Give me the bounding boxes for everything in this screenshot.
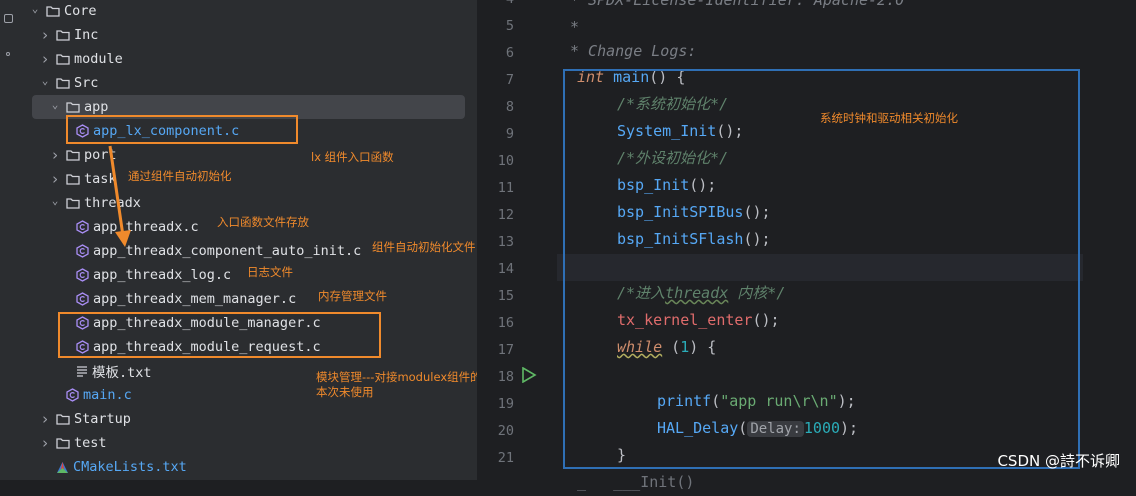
code-line-21: }	[617, 446, 627, 464]
line-number: 15	[497, 288, 514, 304]
watermark: CSDN @詩不诉卿	[997, 452, 1120, 470]
code-line-5: *	[570, 18, 580, 36]
line-number: 11	[497, 180, 514, 196]
code-line-17: while (1) {	[617, 338, 717, 356]
line-number: 8	[505, 99, 514, 115]
code-line-7: int main() {	[577, 68, 686, 86]
code-line-9: System_Init();	[617, 122, 744, 140]
line-number: 4	[477, 0, 514, 7]
code-line-13: bsp_InitSFlash();	[617, 230, 771, 248]
line-number: 13	[497, 234, 514, 250]
code-line-12: bsp_InitSPIBus();	[617, 203, 771, 221]
code-line-4: * SPDX-License-Identifier: Apache-2.0	[570, 0, 905, 9]
structure-icon[interactable]	[4, 14, 13, 23]
code-line-6: * Change Logs:	[570, 42, 697, 60]
line-gutter: 4 5 6 7 8 9 10 11 12 13 14 15 16 17 18 19 20 21	[477, 0, 557, 480]
code-line-20: HAL_Delay(Delay: 1000);	[657, 419, 859, 437]
annotation-lx-entry: lx 组件入口函数	[311, 150, 394, 164]
code-line-22-partial: _ ___Init()	[577, 473, 695, 491]
line-number: 6	[505, 45, 514, 61]
line-number: 9	[505, 126, 514, 142]
current-line-highlight	[557, 254, 1083, 281]
line-number: 14	[497, 261, 514, 277]
code-line-8: /*系统初始化*/	[617, 95, 729, 113]
code-line-16: tx_kernel_enter();	[617, 311, 780, 329]
code-line-11: bsp_Init();	[617, 176, 717, 194]
line-number: 18	[497, 369, 514, 385]
annotation-sys-init: 系统时钟和驱动相关初始化	[820, 111, 958, 125]
parameter-hint: Delay:	[747, 421, 804, 437]
annotation-auto-init-file: 组件自动初始化文件	[372, 240, 476, 254]
line-number: 16	[497, 315, 514, 331]
line-number: 19	[497, 396, 514, 412]
code-line-15: /*进入threadx 内核*/	[617, 284, 786, 302]
run-gutter-icon[interactable]	[521, 367, 537, 383]
line-number: 10	[497, 153, 514, 169]
tool-strip	[0, 0, 19, 480]
line-number: 17	[497, 342, 514, 358]
annotation-module-mgr: 模块管理---对接modulex组件的 本次未使用	[316, 370, 482, 399]
code-editor[interactable]: * SPDX-License-Identifier: Apache-2.0 * …	[557, 0, 1136, 491]
annotation-mem-mgr: 内存管理文件	[318, 289, 387, 303]
project-tree: ⌄ Core › Inc › module ⌄ Src ⌄ app app_lx_component…	[18, 0, 482, 480]
code-line-10: /*外设初始化*/	[617, 149, 729, 167]
annotation-log-file: 日志文件	[247, 265, 293, 279]
line-number: 21	[497, 450, 514, 466]
annotation-entry-file: 入口函数文件存放	[217, 215, 309, 229]
code-line-19: printf("app run\r\n");	[657, 392, 856, 410]
line-number: 12	[497, 207, 514, 223]
line-number: 5	[505, 18, 514, 34]
annotation-auto-init-via: 通过组件自动初始化	[128, 169, 232, 183]
line-number: 20	[497, 423, 514, 439]
line-number: 7	[505, 72, 514, 88]
more-icon[interactable]	[6, 52, 10, 56]
